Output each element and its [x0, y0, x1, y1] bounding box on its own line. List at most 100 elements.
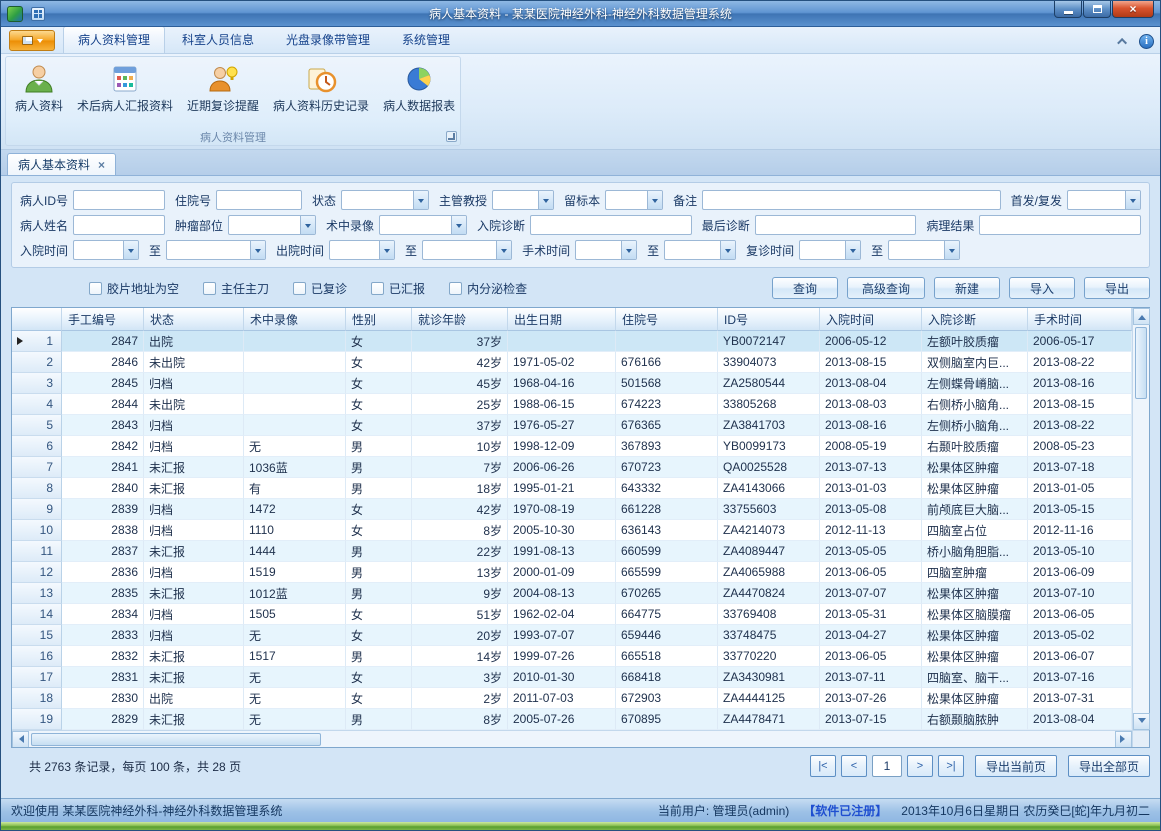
column-header-4[interactable]: 性别 — [346, 308, 412, 331]
row-indicator[interactable]: 2 — [12, 352, 62, 373]
row-indicator[interactable]: 12 — [12, 562, 62, 583]
app-menu-button[interactable] — [9, 30, 55, 51]
filter-combo[interactable] — [166, 240, 266, 260]
combo-dropdown-arrow-icon[interactable] — [720, 241, 735, 259]
horizontal-scroll-thumb[interactable] — [31, 733, 321, 746]
column-header-9[interactable]: 入院时间 — [820, 308, 922, 331]
first-page-button[interactable]: |< — [810, 755, 836, 777]
row-indicator[interactable]: 8 — [12, 478, 62, 499]
row-indicator[interactable]: 3 — [12, 373, 62, 394]
new-button[interactable]: 新建 — [934, 277, 1000, 299]
vertical-scroll-thumb[interactable] — [1135, 327, 1147, 399]
tab-patient-basic-info[interactable]: 病人基本资料 × — [7, 153, 116, 175]
menu-tab-3[interactable]: 光盘录像带管理 — [271, 26, 385, 53]
row-indicator[interactable]: 5 — [12, 415, 62, 436]
table-row[interactable]: 72841未汇报1036蓝男7岁2006-06-26670723QA002552… — [12, 457, 1132, 478]
combo-dropdown-arrow-icon[interactable] — [944, 241, 959, 259]
advanced-query-button[interactable]: 高级查询 — [847, 277, 925, 299]
tab-close-icon[interactable]: × — [98, 158, 105, 172]
table-row[interactable]: 92839归档1472女42岁1970-08-19661228337556032… — [12, 499, 1132, 520]
checkbox[interactable] — [89, 282, 102, 295]
table-row[interactable]: 52843归档女37岁1976-05-27676365ZA38417032013… — [12, 415, 1132, 436]
minimize-button[interactable] — [1054, 1, 1082, 18]
row-indicator[interactable]: 4 — [12, 394, 62, 415]
column-header-7[interactable]: 住院号 — [616, 308, 718, 331]
table-row[interactable]: 192829未汇报无男8岁2005-07-26670895ZA447847120… — [12, 709, 1132, 730]
table-row[interactable]: 42844未出院女25岁1988-06-15674223338052682013… — [12, 394, 1132, 415]
filter-combo[interactable] — [73, 240, 139, 260]
export-current-page-button[interactable]: 导出当前页 — [975, 755, 1057, 777]
table-row[interactable]: 142834归档1505女51岁1962-02-0466477533769408… — [12, 604, 1132, 625]
row-indicator[interactable]: 19 — [12, 709, 62, 730]
combo-dropdown-arrow-icon[interactable] — [379, 241, 394, 259]
filter-combo[interactable] — [341, 190, 429, 210]
scroll-down-button[interactable] — [1133, 713, 1150, 730]
filter-combo[interactable] — [605, 190, 663, 210]
help-info-icon[interactable]: i — [1139, 34, 1154, 49]
table-row[interactable]: 182830出院无女2岁2011-07-03672903ZA4444125201… — [12, 688, 1132, 709]
menu-tab-4[interactable]: 系统管理 — [387, 26, 465, 53]
import-button[interactable]: 导入 — [1009, 277, 1075, 299]
table-row[interactable]: 12847出院女37岁YB00721472006-05-12左额叶胶质瘤2006… — [12, 331, 1132, 352]
combo-dropdown-arrow-icon[interactable] — [845, 241, 860, 259]
collapse-ribbon-button[interactable] — [1115, 33, 1131, 49]
row-indicator[interactable]: 18 — [12, 688, 62, 709]
filter-combo[interactable] — [492, 190, 554, 210]
row-indicator[interactable]: 6 — [12, 436, 62, 457]
column-header-6[interactable]: 出生日期 — [508, 308, 616, 331]
ribbon-button-1[interactable]: 病人资料 — [8, 59, 70, 116]
filter-combo[interactable] — [575, 240, 637, 260]
filter-combo[interactable] — [664, 240, 736, 260]
row-indicator[interactable]: 15 — [12, 625, 62, 646]
ribbon-button-4[interactable]: 病人资料历史记录 — [266, 59, 376, 116]
combo-dropdown-arrow-icon[interactable] — [123, 241, 138, 259]
column-header-11[interactable]: 手术时间 — [1028, 308, 1132, 331]
filter-combo[interactable] — [379, 215, 467, 235]
ribbon-button-3[interactable]: 近期复诊提醒 — [180, 59, 266, 116]
horizontal-scrollbar[interactable] — [12, 730, 1132, 747]
close-button[interactable]: × — [1112, 1, 1154, 18]
column-header-1[interactable]: 手工编号 — [62, 308, 144, 331]
filter-combo[interactable] — [422, 240, 512, 260]
filter-input[interactable] — [73, 190, 165, 210]
row-indicator[interactable]: 13 — [12, 583, 62, 604]
table-row[interactable]: 22846未出院女42岁1971-05-02676166339040732013… — [12, 352, 1132, 373]
column-header-10[interactable]: 入院诊断 — [922, 308, 1028, 331]
checkbox-item-3[interactable]: 已复诊 — [293, 280, 347, 297]
combo-dropdown-arrow-icon[interactable] — [647, 191, 662, 209]
row-indicator[interactable]: 1 — [12, 331, 62, 352]
combo-dropdown-arrow-icon[interactable] — [300, 216, 315, 234]
table-row[interactable]: 62842归档无男10岁1998-12-09367893YB0099173200… — [12, 436, 1132, 457]
column-header-8[interactable]: ID号 — [718, 308, 820, 331]
checkbox[interactable] — [449, 282, 462, 295]
column-header-5[interactable]: 就诊年龄 — [412, 308, 508, 331]
row-indicator[interactable]: 14 — [12, 604, 62, 625]
menu-tab-1[interactable]: 病人资料管理 — [63, 26, 165, 53]
filter-combo[interactable] — [1067, 190, 1141, 210]
column-header-2[interactable]: 状态 — [144, 308, 244, 331]
query-button[interactable]: 查询 — [772, 277, 838, 299]
table-row[interactable]: 152833归档无女20岁1993-07-0765944633748475201… — [12, 625, 1132, 646]
checkbox[interactable] — [293, 282, 306, 295]
export-all-pages-button[interactable]: 导出全部页 — [1068, 755, 1150, 777]
filter-input[interactable] — [979, 215, 1141, 235]
combo-dropdown-arrow-icon[interactable] — [250, 241, 265, 259]
filter-combo[interactable] — [329, 240, 395, 260]
maximize-button[interactable] — [1083, 1, 1111, 18]
filter-input[interactable] — [755, 215, 917, 235]
filter-input[interactable] — [216, 190, 302, 210]
table-row[interactable]: 82840未汇报有男18岁1995-01-21643332ZA414306620… — [12, 478, 1132, 499]
row-indicator[interactable]: 7 — [12, 457, 62, 478]
page-number-input[interactable] — [872, 755, 902, 777]
ribbon-button-2[interactable]: 术后病人汇报资料 — [70, 59, 180, 116]
checkbox[interactable] — [203, 282, 216, 295]
filter-input[interactable] — [73, 215, 165, 235]
dialog-launcher-icon[interactable] — [446, 131, 457, 142]
menu-tab-2[interactable]: 科室人员信息 — [167, 26, 269, 53]
row-indicator[interactable]: 10 — [12, 520, 62, 541]
checkbox-item-5[interactable]: 内分泌检查 — [449, 280, 527, 297]
combo-dropdown-arrow-icon[interactable] — [1125, 191, 1140, 209]
table-row[interactable]: 172831未汇报无女3岁2010-01-30668418ZA343098120… — [12, 667, 1132, 688]
filter-input[interactable] — [702, 190, 1001, 210]
combo-dropdown-arrow-icon[interactable] — [621, 241, 636, 259]
